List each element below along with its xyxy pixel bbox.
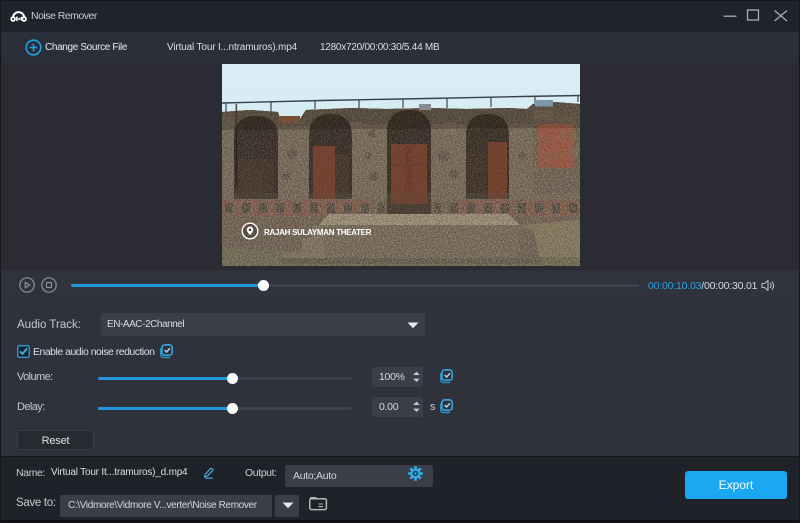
svg-text:RAJAH SULAYMAN THEATER: RAJAH SULAYMAN THEATER [264,228,372,237]
